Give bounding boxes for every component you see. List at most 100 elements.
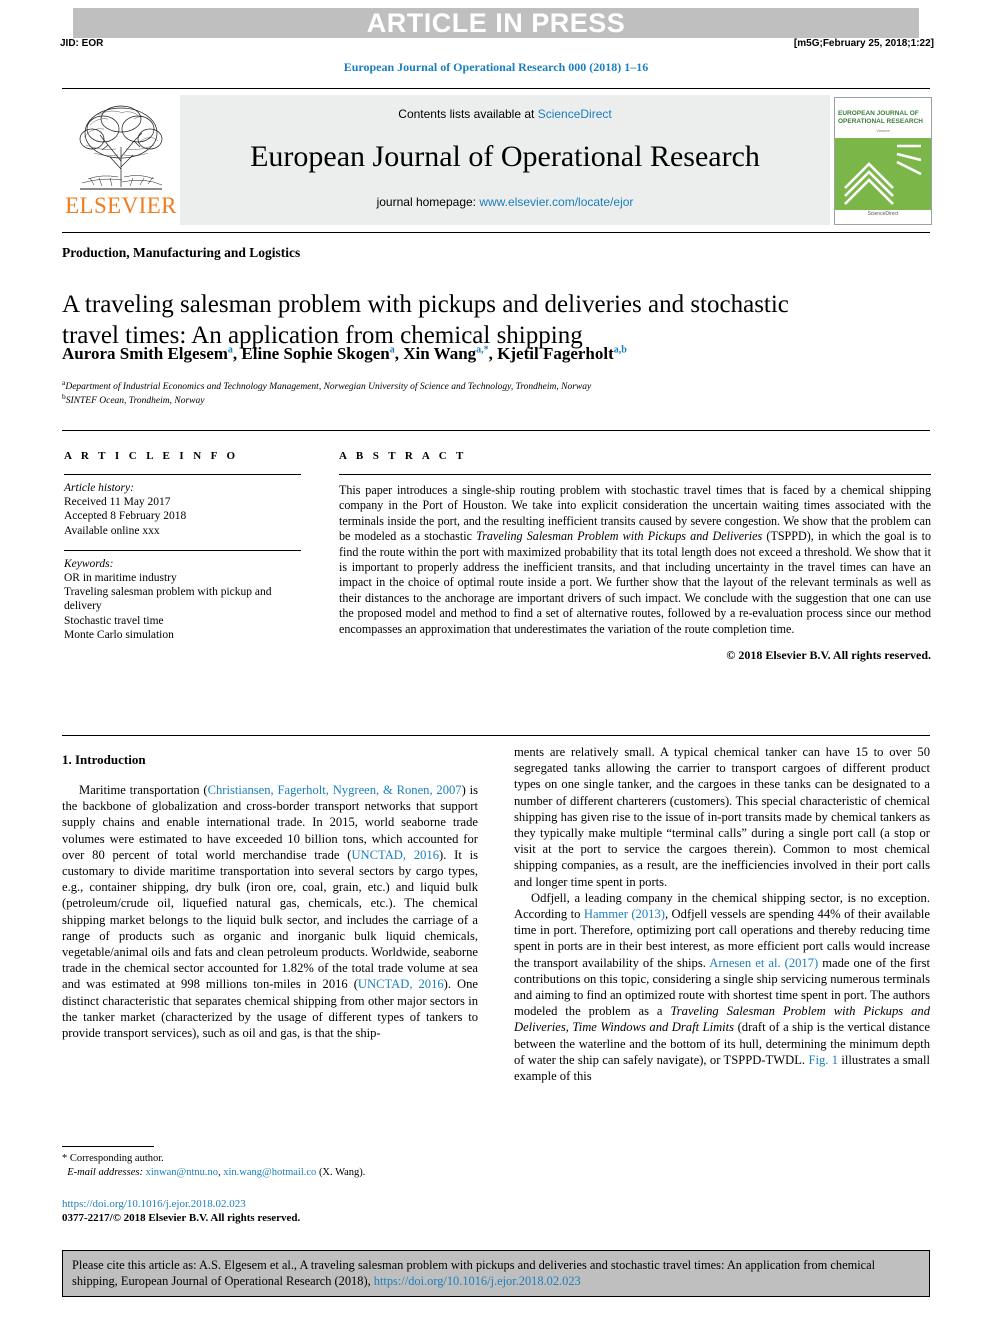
masthead-divider xyxy=(62,232,930,233)
author-separator: , xyxy=(488,344,498,363)
intro-paragraph-right-2: Odfjell, a leading company in the chemic… xyxy=(514,890,930,1084)
article-info-rule-mid xyxy=(64,549,301,551)
cover-chevron-graphic xyxy=(844,144,922,205)
abstract-italic-term: Traveling Salesman Problem with Pickups … xyxy=(476,529,763,544)
abstract-rule xyxy=(339,474,931,475)
author-item: Kjetil Fagerholta,b xyxy=(497,344,627,363)
author-list: Aurora Smith Elgesema, Eline Sophie Skog… xyxy=(62,344,922,364)
corresponding-author-label: Corresponding author. xyxy=(69,1153,164,1164)
abstract-part-2: (TSPPD), in which the goal is to find th… xyxy=(339,529,931,636)
keywords-label: Keywords: xyxy=(64,557,114,570)
cover-volume-label: Volume xyxy=(876,128,890,133)
footnote-block: * Corresponding author. E-mail addresses… xyxy=(62,1152,482,1179)
article-history-label: Article history: xyxy=(64,482,134,494)
author-name: Aurora Smith Elgesem xyxy=(62,344,228,363)
figure-1-link[interactable]: Fig. 1 xyxy=(808,1053,838,1067)
cite-doi-link[interactable]: https://doi.org/10.1016/j.ejor.2018.02.0… xyxy=(374,1274,581,1288)
journal-homepage-line: journal homepage: www.elsevier.com/locat… xyxy=(180,195,830,209)
please-cite-box: Please cite this article as: A.S. Elgese… xyxy=(62,1250,930,1297)
citation-arnesen-2017[interactable]: Arnesen et al. (2017) xyxy=(709,956,818,970)
affiliation-text-a: Department of Industrial Economics and T… xyxy=(65,382,592,393)
contents-available-line: Contents lists available at ScienceDirec… xyxy=(180,107,830,121)
intro-paragraph-left: Maritime transportation (Christiansen, F… xyxy=(62,782,478,1041)
elsevier-wordmark: ELSEVIER xyxy=(65,193,177,218)
elsevier-logo: ELSEVIER xyxy=(62,95,180,225)
asterisk-icon: * xyxy=(62,1153,68,1164)
author-separator: , xyxy=(394,344,404,363)
email-addresses-label: E-mail addresses: xyxy=(67,1166,143,1178)
please-cite-text: Please cite this article as: A.S. Elgese… xyxy=(72,1257,920,1289)
citation-christiansen-2007[interactable]: Christiansen, Fagerholt, Nygreen, & Rone… xyxy=(208,783,462,797)
affiliation-b: bSINTEF Ocean, Trondheim, Norway xyxy=(62,392,922,406)
author-affiliation-mark: a,* xyxy=(476,344,489,356)
article-info-column: A R T I C L E I N F O Article history: R… xyxy=(64,450,301,642)
author-block-divider xyxy=(62,430,930,431)
journal-masthead: ELSEVIER Contents lists available at Sci… xyxy=(62,95,932,225)
page-title: A traveling salesman problem with pickup… xyxy=(62,290,789,349)
cover-footer-area: ScienceDirect xyxy=(835,210,931,223)
keyword-item: OR in maritime industry xyxy=(64,572,177,585)
cover-footer-label: ScienceDirect xyxy=(867,211,899,217)
cover-artwork xyxy=(835,138,931,210)
author-name: Eline Sophie Skogen xyxy=(241,344,390,363)
keyword-item: Traveling salesman problem with pickup a… xyxy=(64,586,272,613)
abstract-text: This paper introduces a single-ship rout… xyxy=(339,483,931,637)
author-name: Kjetil Fagerholt xyxy=(497,344,614,363)
abstract-divider xyxy=(62,735,930,736)
article-history-item: Available online xxx xyxy=(64,524,160,537)
author-affiliation-mark: a,b xyxy=(613,344,627,356)
body-column-right: ments are relatively small. A typical ch… xyxy=(514,744,930,1084)
article-info-rule-top xyxy=(64,474,301,475)
intro-paragraph-right-1: ments are relatively small. A typical ch… xyxy=(514,744,930,890)
article-history-item: Received 11 May 2017 xyxy=(64,496,171,509)
citation-hammer-2013[interactable]: Hammer (2013) xyxy=(584,907,665,921)
cover-journal-title: EUROPEAN JOURNAL OF OPERATIONAL RESEARCH xyxy=(838,110,923,125)
introduction-heading: 1. Introduction xyxy=(62,752,146,767)
sciencedirect-link[interactable]: ScienceDirect xyxy=(538,107,612,121)
author-item: Eline Sophie Skogena, xyxy=(241,344,403,363)
corresponding-author-note: * Corresponding author. xyxy=(62,1152,482,1166)
homepage-prefix: journal homepage: xyxy=(376,195,480,209)
intro-text-c: ). It is customary to divide maritime tr… xyxy=(62,847,478,992)
abstract-copyright: © 2018 Elsevier B.V. All rights reserved… xyxy=(726,648,931,663)
email-owner-label: (X. Wang). xyxy=(318,1166,366,1178)
article-in-press-banner: ARTICLE IN PRESS xyxy=(73,8,919,38)
subject-section-label: Production, Manufacturing and Logistics xyxy=(62,245,301,260)
journal-title: European Journal of Operational Research xyxy=(250,140,760,173)
citation-unctad-2016-b[interactable]: UNCTAD, 2016 xyxy=(358,977,444,991)
footnote-divider xyxy=(62,1146,154,1147)
journal-id-label: JID: EOR xyxy=(60,38,104,49)
author-item: Aurora Smith Elgesema, xyxy=(62,344,241,363)
email-link-1[interactable]: xinwan@ntnu.no xyxy=(146,1167,218,1178)
issn-copyright-line: 0377-2217/© 2018 Elsevier B.V. All right… xyxy=(62,1212,301,1224)
abstract-heading: A B S T R A C T xyxy=(339,450,467,462)
affiliation-text-b: SINTEF Ocean, Trondheim, Norway xyxy=(65,396,205,407)
keyword-item: Monte Carlo simulation xyxy=(64,628,174,641)
paper-page: ARTICLE IN PRESS JID: EOR [m5G;February … xyxy=(0,0,992,1323)
intro-text-a: Maritime transportation ( xyxy=(79,783,208,797)
masthead-center-panel: Contents lists available at ScienceDirec… xyxy=(180,95,830,225)
right-text-1: ments are relatively small. A typical ch… xyxy=(514,745,930,889)
contents-prefix: Contents lists available at xyxy=(398,107,538,121)
author-name: Xin Wang xyxy=(403,344,477,363)
abstract-column: A B S T R A C T This paper introduces a … xyxy=(339,450,931,663)
keyword-item: Stochastic travel time xyxy=(64,614,164,627)
typesetter-stamp: [m5G;February 25, 2018;1:22] xyxy=(793,38,934,49)
body-column-left: 1. Introduction Maritime transportation … xyxy=(62,752,478,1041)
author-item: Xin Wanga,*, xyxy=(403,344,497,363)
article-history-item: Accepted 8 February 2018 xyxy=(64,510,187,523)
keywords-block: Keywords: OR in maritime industry Travel… xyxy=(64,557,301,642)
journal-homepage-link[interactable]: www.elsevier.com/locate/ejor xyxy=(479,195,633,209)
article-history-block: Article history: Received 11 May 2017 Ac… xyxy=(64,481,301,538)
affiliation-a: aDepartment of Industrial Economics and … xyxy=(62,378,922,392)
journal-reference-line: European Journal of Operational Research… xyxy=(343,60,649,74)
article-in-press-label: ARTICLE IN PRESS xyxy=(366,8,626,38)
header-divider xyxy=(62,88,930,89)
article-info-heading: A R T I C L E I N F O xyxy=(64,450,239,462)
email-addresses-line: E-mail addresses: xinwan@ntnu.no, xin.wa… xyxy=(67,1166,366,1178)
elsevier-tree-icon xyxy=(79,105,163,190)
doi-link[interactable]: https://doi.org/10.1016/j.ejor.2018.02.0… xyxy=(62,1198,246,1210)
email-link-2[interactable]: xin.wang@hotmail.co xyxy=(223,1167,316,1178)
journal-cover-thumbnail: EUROPEAN JOURNAL OF OPERATIONAL RESEARCH… xyxy=(834,97,932,225)
citation-unctad-2016-a[interactable]: UNCTAD, 2016 xyxy=(351,848,439,862)
